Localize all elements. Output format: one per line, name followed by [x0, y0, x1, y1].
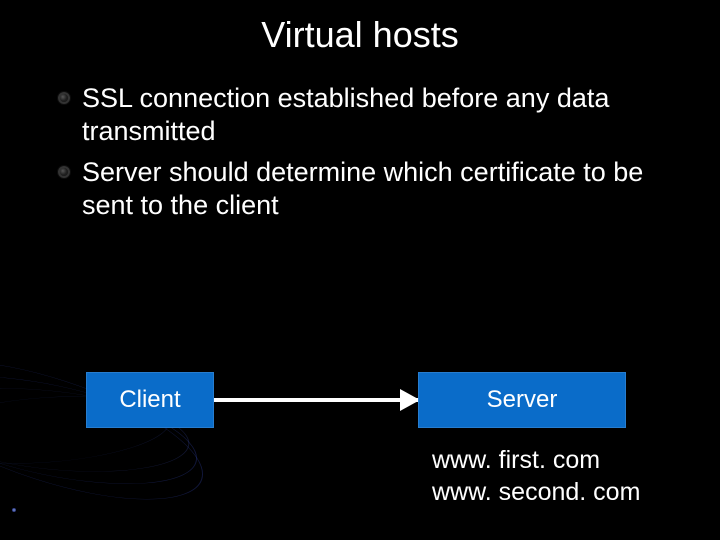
list-item: Server should determine which certificat… — [58, 156, 680, 222]
bullet-text: SSL connection established before any da… — [82, 82, 680, 148]
host-list: www. first. com www. second. com — [432, 444, 640, 508]
host-item: www. first. com — [432, 444, 640, 476]
slide: Virtual hosts SSL connection established… — [0, 0, 720, 540]
arrow-icon — [214, 398, 418, 402]
bullet-text: Server should determine which certificat… — [82, 156, 680, 222]
server-label: Server — [487, 386, 558, 414]
host-item: www. second. com — [432, 476, 640, 508]
bullet-icon — [58, 166, 70, 178]
server-box: Server — [418, 372, 626, 428]
client-box: Client — [86, 372, 214, 428]
bullet-list: SSL connection established before any da… — [0, 82, 720, 222]
bullet-icon — [58, 92, 70, 104]
client-label: Client — [119, 386, 180, 414]
slide-title: Virtual hosts — [0, 14, 720, 56]
list-item: SSL connection established before any da… — [58, 82, 680, 148]
